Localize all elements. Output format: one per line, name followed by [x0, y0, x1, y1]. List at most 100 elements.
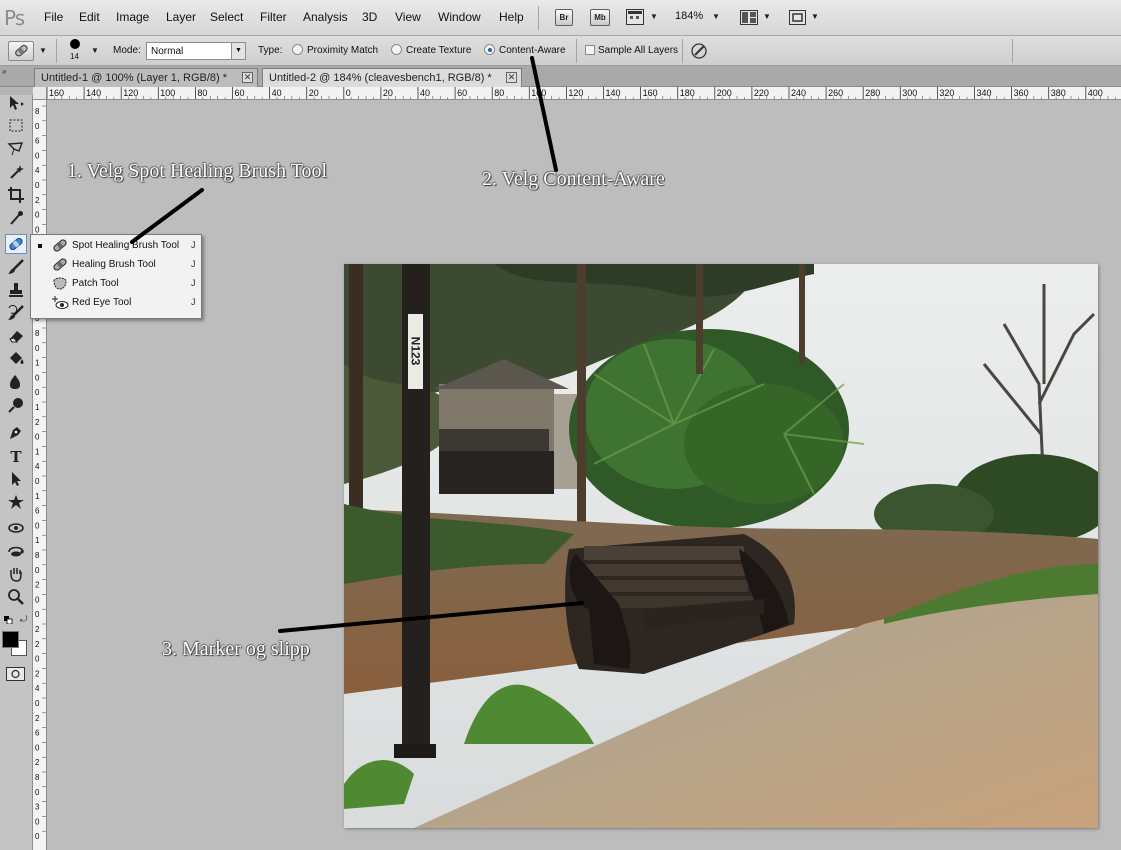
ruler-tick-label: 0: [35, 151, 40, 160]
sample-all-layers-checkbox[interactable]: [585, 45, 595, 55]
menu-3d[interactable]: 3D: [362, 10, 377, 24]
spot-healing-brush-tool-icon[interactable]: [5, 234, 27, 254]
document-image[interactable]: N123: [344, 264, 1098, 828]
dodge-tool-icon[interactable]: [5, 396, 27, 416]
ruler-tick-label: 0: [35, 477, 40, 486]
proximity-match-radio[interactable]: [292, 44, 303, 55]
spot-healing-brush-icon: [51, 237, 69, 254]
proximity-match-label[interactable]: Proximity Match: [307, 45, 378, 56]
ruler-tick-label: 120: [123, 88, 138, 98]
chevron-down-icon[interactable]: ▼: [91, 46, 99, 55]
tools-panel: T ⤾: [0, 87, 33, 850]
pressure-size-icon[interactable]: [690, 42, 708, 60]
flyout-item-red-eye-tool[interactable]: Red Eye Tool J: [31, 293, 201, 312]
blur-tool-icon[interactable]: [5, 373, 27, 393]
foreground-color-swatch[interactable]: [2, 631, 19, 648]
menu-image[interactable]: Image: [116, 10, 149, 24]
ruler-tick-label: 200: [717, 88, 732, 98]
custom-shape-tool-icon[interactable]: [5, 493, 27, 513]
ruler-tick-label: 60: [457, 88, 467, 98]
sample-all-layers-label[interactable]: Sample All Layers: [598, 45, 678, 56]
ruler-tick-label: 120: [568, 88, 583, 98]
quick-mask-icon[interactable]: [6, 667, 25, 681]
arrange-documents-icon[interactable]: [740, 10, 758, 25]
ruler-tick-label: 2: [35, 625, 40, 634]
panel-collapse-icon[interactable]: »: [2, 67, 6, 76]
ruler-vertical: 8060402002040608010012014016018020022024…: [33, 100, 47, 850]
ruler-tick-label: 6: [35, 507, 40, 516]
menu-edit[interactable]: Edit: [79, 10, 100, 24]
create-texture-radio[interactable]: [391, 44, 402, 55]
pen-tool-icon[interactable]: [5, 424, 27, 444]
brush-tool-icon[interactable]: [5, 258, 27, 278]
hand-tool-icon[interactable]: [5, 565, 27, 585]
chevron-down-icon[interactable]: ▼: [650, 12, 658, 21]
ruler-origin[interactable]: [33, 87, 47, 100]
red-eye-icon: [51, 294, 69, 311]
magic-wand-tool-icon[interactable]: [5, 163, 27, 183]
bridge-button[interactable]: Br: [555, 9, 573, 26]
menu-layer[interactable]: Layer: [166, 10, 196, 24]
close-icon[interactable]: ✕: [242, 72, 253, 83]
tool-preset-icon[interactable]: [8, 41, 34, 61]
content-aware-radio[interactable]: [484, 44, 495, 55]
create-texture-label[interactable]: Create Texture: [406, 45, 471, 56]
crop-tool-icon[interactable]: [5, 186, 27, 206]
menu-select[interactable]: Select: [210, 10, 243, 24]
ruler-tick-label: 1: [35, 403, 40, 412]
flyout-item-patch-tool[interactable]: Patch Tool J: [31, 274, 201, 293]
chevron-down-icon[interactable]: ▼: [712, 12, 720, 21]
chevron-down-icon[interactable]: ▼: [39, 46, 47, 55]
flyout-item-healing-brush[interactable]: Healing Brush Tool J: [31, 255, 201, 274]
lasso-tool-icon[interactable]: [5, 140, 27, 160]
zoom-level[interactable]: 184%: [675, 10, 703, 22]
flyout-item-spot-healing-brush[interactable]: Spot Healing Brush Tool J: [31, 236, 201, 255]
marquee-tool-icon[interactable]: [5, 117, 27, 137]
move-tool-icon[interactable]: [5, 94, 27, 114]
menu-help[interactable]: Help: [499, 10, 524, 24]
chevron-down-icon[interactable]: ▼: [811, 12, 819, 21]
ruler-tick-label: 160: [643, 88, 658, 98]
ruler-tick-label: 8: [35, 551, 40, 560]
eraser-tool-icon[interactable]: [5, 327, 27, 347]
default-colors-icon[interactable]: [4, 615, 13, 625]
ruler-tick-label: 4: [35, 462, 40, 471]
ruler-tick-label: 6: [35, 137, 40, 146]
ruler-tick-label: 220: [754, 88, 769, 98]
paint-bucket-tool-icon[interactable]: [5, 350, 27, 370]
menu-view[interactable]: View: [395, 10, 421, 24]
ruler-tick-label: 0: [35, 181, 40, 190]
annotation-step3: 3. Marker og slipp: [162, 638, 310, 660]
chevron-down-icon[interactable]: ▼: [231, 43, 245, 59]
3d-rotate-tool-icon[interactable]: [5, 519, 27, 539]
menu-analysis[interactable]: Analysis: [303, 10, 348, 24]
eyedropper-tool-icon[interactable]: [5, 209, 27, 229]
ruler-tick-label: 0: [35, 699, 40, 708]
mini-bridge-button[interactable]: Mb: [590, 9, 610, 26]
tab-untitled-2[interactable]: Untitled-2 @ 184% (cleavesbench1, RGB/8)…: [262, 68, 522, 87]
tab-label: Untitled-1 @ 100% (Layer 1, RGB/8) *: [41, 72, 228, 84]
tab-untitled-1[interactable]: Untitled-1 @ 100% (Layer 1, RGB/8) * ✕: [34, 68, 258, 87]
ruler-tick-label: 60: [235, 88, 245, 98]
clone-stamp-tool-icon[interactable]: [5, 281, 27, 301]
brush-preview-icon[interactable]: [70, 39, 80, 49]
screen-mode-icon[interactable]: [789, 10, 806, 25]
menu-window[interactable]: Window: [438, 10, 481, 24]
swap-colors-icon[interactable]: ⤾: [20, 614, 28, 625]
chevron-down-icon[interactable]: ▼: [763, 12, 771, 21]
path-selection-tool-icon[interactable]: [5, 470, 27, 490]
history-brush-tool-icon[interactable]: [5, 304, 27, 324]
zoom-tool-icon[interactable]: [5, 588, 27, 608]
3d-orbit-tool-icon[interactable]: [5, 542, 27, 562]
mode-select[interactable]: Normal ▼: [146, 42, 246, 60]
annotation-step1: 1. Velg Spot Healing Brush Tool: [67, 160, 328, 182]
type-tool-icon[interactable]: T: [5, 447, 27, 467]
close-icon[interactable]: ✕: [506, 72, 517, 83]
menu-filter[interactable]: Filter: [260, 10, 287, 24]
content-aware-label[interactable]: Content-Aware: [499, 45, 566, 56]
view-extras-icon[interactable]: [626, 9, 644, 25]
flyout-item-shortcut: J: [191, 297, 196, 307]
ruler-tick-label: 0: [35, 832, 40, 841]
menu-file[interactable]: File: [44, 10, 63, 24]
post-sign-label: N123: [409, 337, 423, 366]
